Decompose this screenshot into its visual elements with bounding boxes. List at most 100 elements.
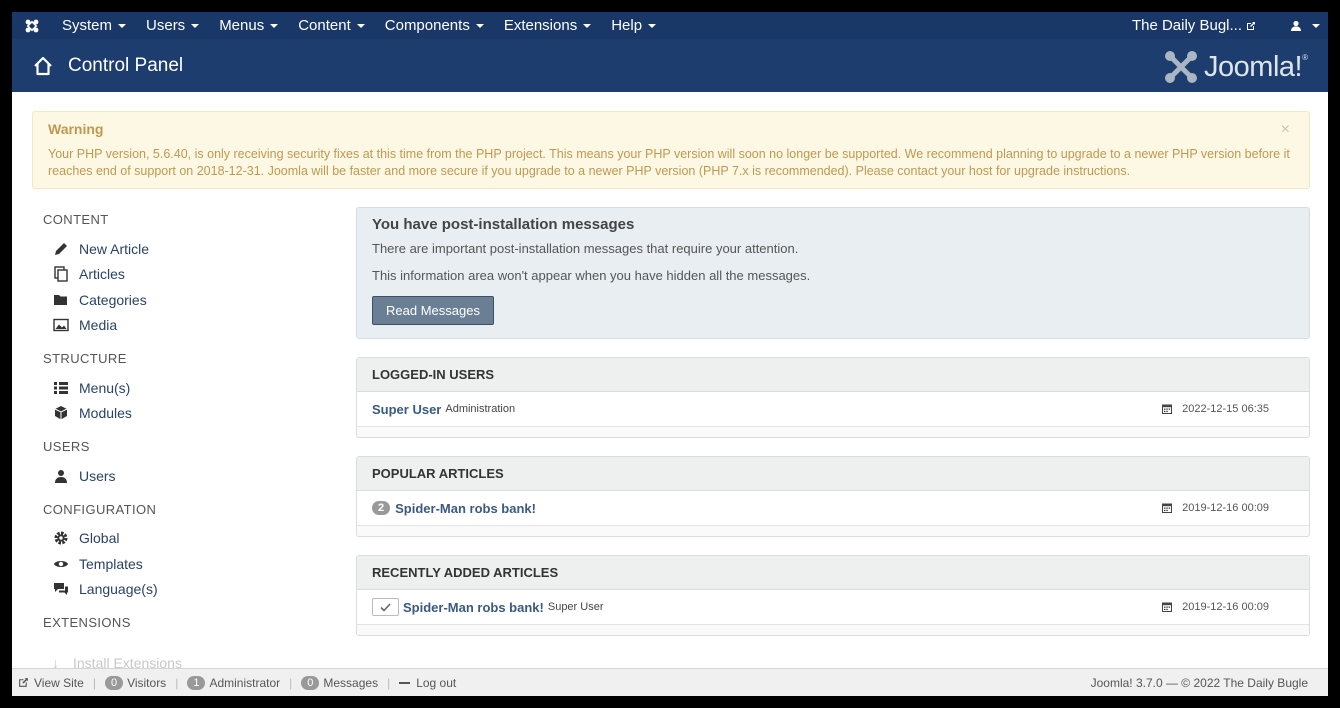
stack-icon <box>52 265 70 283</box>
sidebar-heading-extensions: EXTENSIONS <box>43 615 131 630</box>
sidebar-item-languages[interactable]: Language(s) <box>43 577 343 603</box>
user-menu[interactable] <box>1284 20 1320 32</box>
view-site-link[interactable]: View Site <box>12 676 93 690</box>
list-icon <box>52 379 70 397</box>
admin-window: System Users Menus Content Components Ex… <box>12 12 1328 696</box>
navbar-right: The Daily Bugl... <box>1132 12 1320 39</box>
sidebar-item-templates[interactable]: Templates <box>43 551 343 577</box>
messages-count-badge: 0 <box>301 675 320 690</box>
joomla-brand-logo: Joomla! ® <box>1162 48 1308 86</box>
download-icon: ↓ <box>52 658 59 668</box>
module-heading: RECENTLY ADDED ARTICLES <box>357 556 1309 590</box>
menu-help[interactable]: Help <box>601 12 666 39</box>
date-text: 2019-12-16 00:09 <box>1182 601 1269 613</box>
sidebar-heading-users: USERS <box>43 439 90 454</box>
users-icon <box>52 467 70 485</box>
home-icon <box>34 56 52 75</box>
published-check-icon[interactable] <box>372 598 399 616</box>
status-bar: View Site | 0 Visitors | 1 Administrator… <box>12 668 1328 696</box>
menu-components[interactable]: Components <box>375 12 494 39</box>
main-content: You have post-installation messages Ther… <box>356 207 1310 636</box>
view-site-label: View Site <box>34 675 84 690</box>
close-icon[interactable]: × <box>1281 122 1290 138</box>
warning-text: Your PHP version, 5.6.40, is only receiv… <box>48 147 1290 178</box>
sidebar-item-new-article[interactable]: New Article <box>43 236 343 262</box>
menu-components-label: Components <box>384 17 470 34</box>
table-row: 2 Spider-Man robs bank! 2019-12-16 00:09 <box>357 491 1309 526</box>
sidebar-item-media[interactable]: Media <box>43 313 343 339</box>
logged-in-users-module: LOGGED-IN USERS Super User Administratio… <box>356 357 1310 438</box>
row-date: 2019-12-16 00:09 <box>1162 502 1269 514</box>
pencil-icon <box>52 240 70 258</box>
caret-down-icon <box>191 23 200 28</box>
picture-icon <box>52 316 70 334</box>
logout-link[interactable]: Log out <box>390 676 465 690</box>
table-row: Super User Administration 2022-12-15 06:… <box>357 392 1309 427</box>
article-title-link[interactable]: Spider-Man robs bank! <box>395 501 536 516</box>
visitors-count-badge: 0 <box>104 675 124 690</box>
sidebar-item-label: New Article <box>79 240 150 257</box>
caret-down-icon <box>356 23 365 28</box>
sidebar-item-global[interactable]: Global <box>43 526 343 552</box>
joomla-logo-icon[interactable] <box>12 12 52 39</box>
user-icon <box>1291 20 1301 31</box>
menu-system[interactable]: System <box>52 12 136 39</box>
messages-status[interactable]: 0 Messages <box>292 675 387 690</box>
menu-menus-label: Menus <box>219 17 265 34</box>
calendar-icon <box>1162 404 1173 414</box>
cog-icon <box>52 529 70 547</box>
menu-menus[interactable]: Menus <box>209 12 288 39</box>
caret-down-icon <box>583 23 592 28</box>
user-client: Administration <box>445 403 516 415</box>
logout-label: Log out <box>416 675 457 690</box>
sidebar-item-modules[interactable]: Modules <box>43 401 343 427</box>
hits-badge: 2 <box>372 501 391 515</box>
menu-users-label: Users <box>146 17 186 34</box>
sidebar-item-label: Articles <box>79 266 125 283</box>
caret-down-icon <box>118 23 127 28</box>
sidebar-item-label: Media <box>79 317 118 334</box>
popular-articles-module: POPULAR ARTICLES 2 Spider-Man robs bank!… <box>356 456 1310 537</box>
site-name-label: The Daily Bugl... <box>1131 17 1242 34</box>
sidebar-item-menus[interactable]: Menu(s) <box>43 375 343 401</box>
page-title: Control Panel <box>68 54 184 76</box>
sidebar-item-label: Modules <box>79 405 132 422</box>
sidebar-item-install-extensions[interactable]: ↓ Install Extensions <box>52 658 182 668</box>
page-header: Control Panel Joomla! ® <box>12 39 1328 92</box>
sidebar-item-categories[interactable]: Categories <box>43 287 343 313</box>
site-name-link[interactable]: The Daily Bugl... <box>1132 17 1284 34</box>
php-warning-alert: Warning Your PHP version, 5.6.40, is onl… <box>32 111 1310 189</box>
folder-open-icon <box>52 291 70 309</box>
sidebar-item-label: Install Extensions <box>73 658 182 668</box>
post-install-title: You have post-installation messages <box>372 216 635 233</box>
visitors-status[interactable]: 0 Visitors <box>96 675 175 690</box>
joomla-emblem-icon <box>1165 51 1198 83</box>
caret-down-icon <box>1312 23 1320 28</box>
menu-system-label: System <box>62 17 113 34</box>
post-install-text-1: There are important post-installation me… <box>372 241 799 256</box>
menu-extensions[interactable]: Extensions <box>494 12 601 39</box>
cube-icon <box>52 404 70 422</box>
main-menu: System Users Menus Content Components Ex… <box>52 12 666 39</box>
row-date: 2019-12-16 00:09 <box>1162 601 1269 613</box>
sidebar-item-articles[interactable]: Articles <box>43 262 343 288</box>
menu-users[interactable]: Users <box>136 12 209 39</box>
sidebar-item-users[interactable]: Users <box>43 463 343 489</box>
sidebar-heading-structure: STRUCTURE <box>43 351 127 366</box>
date-text: 2022-12-15 06:35 <box>1182 403 1269 415</box>
read-messages-button[interactable]: Read Messages <box>372 296 494 325</box>
article-title-link[interactable]: Spider-Man robs bank! <box>403 600 544 615</box>
visitors-label: Visitors <box>127 675 167 690</box>
brand-registered-mark: ® <box>1302 52 1308 62</box>
eye-icon <box>52 555 70 573</box>
menu-content[interactable]: Content <box>288 12 375 39</box>
menu-content-label: Content <box>298 17 351 34</box>
admin-label: Administrator <box>209 675 281 690</box>
sidebar-heading-content: CONTENT <box>43 212 109 227</box>
administrator-status[interactable]: 1 Administrator <box>178 675 289 690</box>
sidebar-item-label: Templates <box>79 555 143 572</box>
module-heading: LOGGED-IN USERS <box>357 358 1309 392</box>
post-install-messages-panel: You have post-installation messages Ther… <box>356 207 1310 339</box>
recently-added-articles-module: RECENTLY ADDED ARTICLES Spider-Man robs … <box>356 555 1310 636</box>
user-name-link[interactable]: Super User <box>372 402 441 417</box>
